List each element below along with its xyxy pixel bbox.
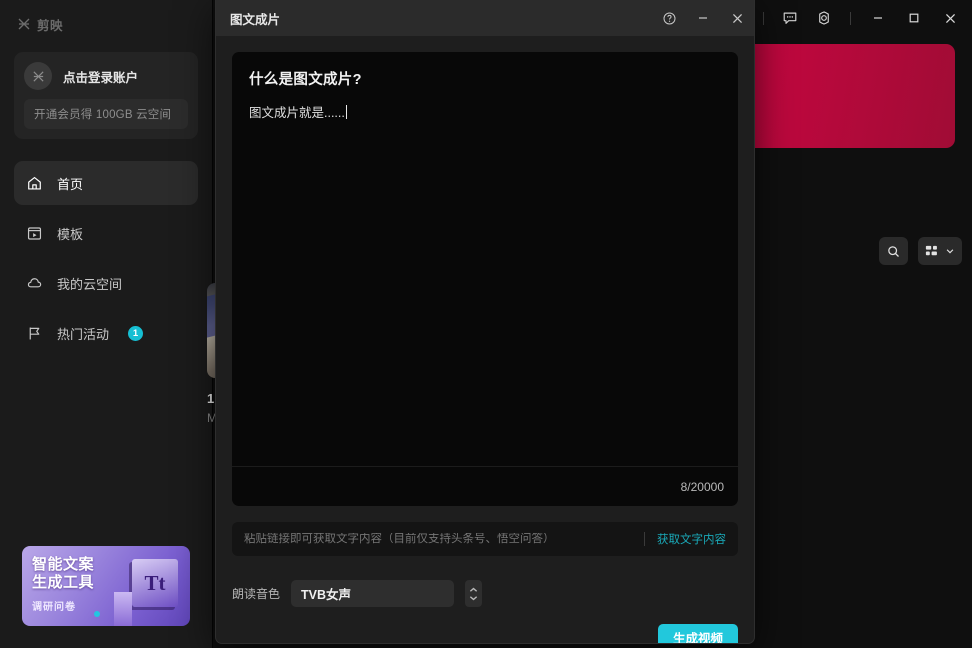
login-label[interactable]: 点击登录账户 [63, 67, 138, 86]
membership-promo[interactable]: 开通会员得 100GB 云空间 [24, 99, 188, 129]
dialog-body: 什么是图文成片? 图文成片就是...... 8/20000 获取文字内容 朗读音… [216, 36, 754, 607]
voice-label: 朗读音色 [232, 587, 281, 601]
jianying-logo-icon [16, 17, 31, 32]
flag-icon [26, 325, 43, 342]
topbar-divider-2 [850, 11, 851, 25]
maximize-icon[interactable] [896, 3, 932, 33]
sidebar-item-label: 首页 [57, 176, 84, 192]
chevron-up-icon [469, 587, 478, 592]
search-icon[interactable] [879, 237, 908, 265]
grid-view-icon[interactable] [918, 237, 962, 265]
sidebar-item-label: 模板 [57, 226, 84, 242]
sidebar-nav: 首页 模板 我的云空间 热门活动 1 [0, 161, 212, 355]
link-divider [644, 532, 645, 546]
character-counter: 8/20000 [680, 479, 724, 494]
message-icon[interactable] [773, 3, 807, 33]
home-icon [26, 175, 43, 192]
editor-body-text: 图文成片就是...... [249, 102, 347, 121]
text-caret [345, 105, 347, 119]
voice-select[interactable]: TVB女声 [291, 580, 455, 607]
promo-title: 智能文案 生成工具 [32, 556, 94, 593]
fetch-text-button[interactable]: 获取文字内容 [657, 531, 726, 547]
dialog-titlebar: 图文成片 [216, 0, 754, 36]
chevron-down-icon [946, 249, 954, 254]
account-row: 点击登录账户 [24, 62, 188, 90]
promo-subtitle: 调研问卷 [32, 602, 76, 613]
image-to-video-dialog: 图文成片 什么是图文成片? 图文成片就是...... 8/20000 粘贴链接即… [216, 0, 754, 643]
minimize-icon[interactable] [860, 3, 896, 33]
link-input-row: 获取文字内容 [232, 522, 738, 556]
workspace-tools [879, 237, 962, 265]
sidebar-item-label: 我的云空间 [57, 276, 123, 292]
text-editor-area[interactable]: 什么是图文成片? 图文成片就是...... [232, 52, 738, 466]
sidebar-item-cloud[interactable]: 我的云空间 [14, 261, 198, 305]
sidebar-item-home[interactable]: 首页 [14, 161, 198, 205]
sidebar: 剪映 点击登录账户 开通会员得 100GB 云空间 首页 模板 我的云空间 热门… [0, 0, 213, 648]
close-icon[interactable] [932, 3, 968, 33]
voice-stepper[interactable] [465, 580, 483, 607]
sidebar-item-label: 热门活动 [57, 326, 110, 342]
promo-book-icon: Tt [132, 559, 178, 607]
brand-text: 剪映 [37, 18, 64, 33]
promo-title-line1: 智能文案 [32, 556, 95, 573]
close-icon[interactable] [720, 0, 754, 36]
sidebar-item-activities[interactable]: 热门活动 1 [14, 311, 198, 355]
account-card[interactable]: 点击登录账户 开通会员得 100GB 云空间 [14, 52, 198, 139]
user-avatar-icon [24, 62, 52, 90]
text-editor[interactable]: 什么是图文成片? 图文成片就是...... 8/20000 [232, 52, 738, 506]
promo-bar-decoration [114, 592, 132, 626]
promo-dot-decoration [94, 611, 100, 617]
topbar-divider [763, 11, 764, 25]
dialog-footer: 生成视频 [216, 607, 754, 643]
generate-video-button[interactable]: 生成视频 [657, 623, 738, 643]
editor-footer: 8/20000 [232, 466, 738, 506]
dialog-title: 图文成片 [230, 12, 281, 27]
brand: 剪映 [0, 0, 212, 36]
chevron-down-icon [469, 595, 478, 600]
editor-body-value: 图文成片就是...... [249, 106, 345, 120]
sidebar-item-template[interactable]: 模板 [14, 211, 198, 255]
editor-heading: 什么是图文成片? [249, 72, 362, 88]
link-input[interactable] [244, 533, 632, 545]
help-circle-icon[interactable] [652, 0, 686, 36]
gear-icon[interactable] [807, 3, 841, 33]
cloud-icon [26, 275, 43, 292]
sidebar-promo-banner[interactable]: Tt 智能文案 生成工具 调研问卷 [22, 546, 190, 626]
sidebar-item-badge: 1 [128, 325, 144, 341]
promo-title-line2: 生成工具 [32, 574, 95, 592]
minimize-icon[interactable] [686, 0, 720, 36]
template-icon [26, 225, 43, 242]
app-root: 剪映 点击登录账户 开通会员得 100GB 云空间 首页 模板 我的云空间 热门… [0, 0, 972, 648]
voice-row: 朗读音色 TVB女声 [232, 580, 738, 607]
